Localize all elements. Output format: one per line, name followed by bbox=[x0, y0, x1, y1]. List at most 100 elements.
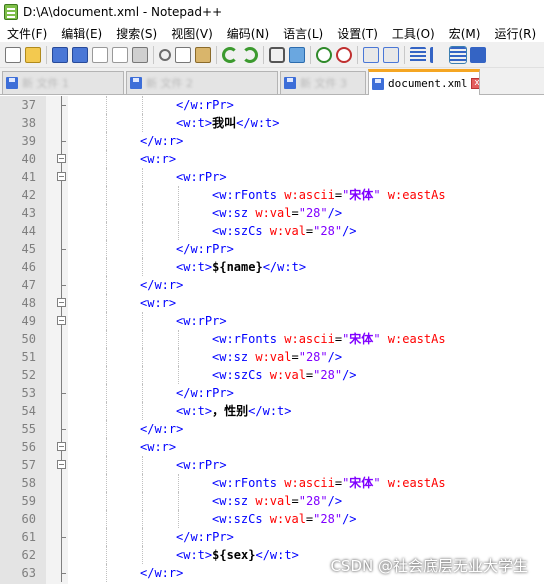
copy-icon[interactable] bbox=[175, 46, 191, 63]
undo-icon[interactable] bbox=[222, 46, 238, 63]
file-saved-icon bbox=[130, 77, 142, 89]
tab-3[interactable]: 新 文件 3 bbox=[280, 71, 366, 94]
indent-guide bbox=[178, 492, 179, 510]
fold-toggle-icon[interactable] bbox=[57, 298, 66, 307]
token: <w:szCs bbox=[212, 368, 270, 382]
code-line: <w:rFonts w:ascii="宋体" w:eastAs bbox=[212, 186, 446, 204]
close-icon[interactable] bbox=[92, 46, 108, 63]
code-line: <w:sz w:val="28"/> bbox=[212, 348, 342, 366]
lang-icon[interactable] bbox=[470, 46, 486, 63]
token: </w:t> bbox=[255, 548, 299, 562]
token: </w:r> bbox=[140, 566, 184, 580]
token: <w:szCs bbox=[212, 512, 270, 526]
cut-icon[interactable] bbox=[159, 48, 171, 61]
menu-item-4[interactable]: 编码(N) bbox=[220, 25, 276, 42]
new-file-icon[interactable] bbox=[5, 46, 21, 63]
line-number: 57 bbox=[21, 458, 36, 472]
token: " bbox=[373, 188, 388, 202]
tab-close-icon[interactable]: x bbox=[471, 78, 479, 89]
paste-icon[interactable] bbox=[195, 46, 211, 63]
menu-item-7[interactable]: 工具(O) bbox=[385, 25, 442, 42]
line-number: 40 bbox=[21, 152, 36, 166]
token: 宋体 bbox=[349, 188, 374, 202]
menu-item-1[interactable]: 编辑(E) bbox=[54, 25, 109, 42]
sync-v-icon[interactable] bbox=[363, 46, 379, 63]
replace-icon[interactable] bbox=[289, 46, 305, 63]
token: "28" bbox=[313, 368, 343, 382]
open-file-icon[interactable] bbox=[25, 46, 41, 63]
fold-end-marker bbox=[61, 573, 66, 574]
token: </w:rPr> bbox=[176, 242, 234, 256]
code-line: <w:sz w:val="28"/> bbox=[212, 204, 342, 222]
toolbar-separator bbox=[263, 45, 264, 64]
code-line: </w:rPr> bbox=[176, 96, 234, 114]
fold-toggle-icon[interactable] bbox=[57, 316, 66, 325]
sync-h-icon[interactable] bbox=[383, 46, 399, 63]
token: /> bbox=[342, 224, 357, 238]
line-number: 47 bbox=[21, 278, 36, 292]
print-icon[interactable] bbox=[132, 46, 148, 63]
fold-toggle-icon[interactable] bbox=[57, 460, 66, 469]
code-area[interactable]: </w:rPr> <w:t>我叫</w:t> </w:r> <w:r> <w:rPr> <… bbox=[68, 96, 544, 584]
menu-item-9[interactable]: 运行(R) bbox=[487, 25, 543, 42]
save-icon[interactable] bbox=[52, 46, 68, 63]
file-saved-icon bbox=[284, 77, 296, 89]
token: <w:rPr> bbox=[176, 458, 227, 472]
indent-guide bbox=[106, 492, 107, 510]
editor[interactable]: 37 38 39 40 41 42 43 44 45 46 47 48 49 50 51 52 53 54 55 56… bbox=[0, 96, 544, 584]
indent-guide bbox=[142, 528, 143, 546]
indent-guide bbox=[178, 186, 179, 204]
token: /> bbox=[327, 206, 343, 220]
indent-guide bbox=[106, 312, 107, 330]
redo-icon[interactable] bbox=[242, 46, 258, 63]
menu-item-8[interactable]: 宏(M) bbox=[442, 25, 488, 42]
menu-item-5[interactable]: 语言(L) bbox=[276, 25, 330, 42]
find-icon[interactable] bbox=[269, 46, 285, 63]
token: w:val bbox=[269, 368, 306, 382]
line-number: 60 bbox=[21, 512, 36, 526]
toolbar-separator bbox=[46, 45, 47, 64]
token: <w:sz bbox=[212, 206, 256, 220]
line-number-gutter: 37 38 39 40 41 42 43 44 45 46 47 48 49 50 51 52 53 54 55 56… bbox=[0, 96, 46, 584]
toolbar-separator bbox=[153, 45, 154, 64]
menu-item-0[interactable]: 文件(F) bbox=[0, 25, 54, 42]
fold-toggle-icon[interactable] bbox=[57, 172, 66, 181]
line-number: 54 bbox=[21, 404, 36, 418]
menu-item-2[interactable]: 搜索(S) bbox=[109, 25, 164, 42]
word-wrap-icon[interactable] bbox=[410, 46, 426, 63]
show-all-chars-icon[interactable] bbox=[430, 46, 446, 63]
line-number: 59 bbox=[21, 494, 36, 508]
indent-guide bbox=[178, 348, 179, 366]
close-all-icon[interactable] bbox=[112, 46, 128, 63]
fold-toggle-icon[interactable] bbox=[57, 154, 66, 163]
token: w:ascii bbox=[284, 476, 335, 490]
save-all-icon[interactable] bbox=[72, 46, 88, 63]
token: " bbox=[373, 332, 388, 346]
token: w:val bbox=[255, 206, 292, 220]
code-line: <w:rFonts w:ascii="宋体" w:eastAs bbox=[212, 330, 446, 348]
indent-guide bbox=[142, 492, 143, 510]
fold-margin[interactable] bbox=[46, 96, 68, 584]
indent-guide bbox=[178, 474, 179, 492]
zoom-in-icon[interactable] bbox=[316, 46, 332, 63]
token: <w:r> bbox=[140, 152, 177, 166]
tab-2[interactable]: 新 文件 2 bbox=[126, 71, 278, 94]
zoom-out-icon[interactable] bbox=[336, 46, 352, 63]
tab-1[interactable]: 新 文件 1 bbox=[2, 71, 124, 94]
menu-item-6[interactable]: 设置(T) bbox=[330, 25, 385, 42]
token: w:ascii bbox=[284, 188, 335, 202]
menu-item-3[interactable]: 视图(V) bbox=[164, 25, 220, 42]
indent-guide-icon[interactable] bbox=[449, 45, 467, 64]
token: = bbox=[291, 206, 299, 220]
menu-bar: 文件(F) 编辑(E) 搜索(S) 视图(V) 编码(N) 语言(L) 设置(T) 工具(O)… bbox=[0, 24, 544, 42]
code-line: <w:t>${sex}</w:t> bbox=[176, 546, 299, 564]
indent-guide bbox=[142, 384, 143, 402]
token: "28" bbox=[298, 350, 328, 364]
token: </w:t> bbox=[262, 260, 307, 274]
indent-guide bbox=[106, 96, 107, 114]
notepad-plus-plus-icon bbox=[4, 4, 18, 20]
fold-toggle-icon[interactable] bbox=[57, 442, 66, 451]
tab-4[interactable]: document.xml x bbox=[368, 69, 480, 95]
token: w:eastAs bbox=[387, 188, 446, 202]
token: w:ascii bbox=[284, 332, 335, 346]
